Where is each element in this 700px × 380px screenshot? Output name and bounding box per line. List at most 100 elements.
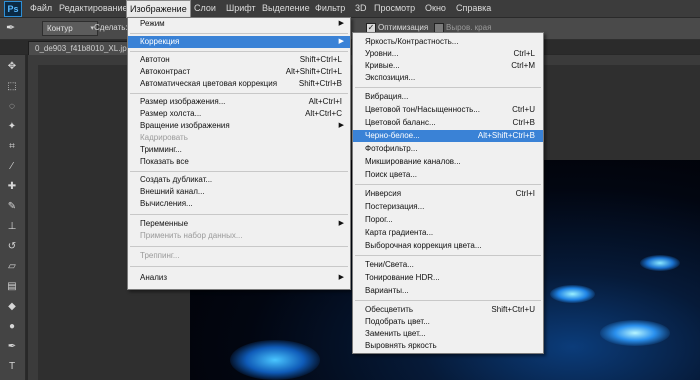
menu-item-label: Вычисления...: [140, 199, 193, 208]
menu-item-trap[interactable]: Треппинг...: [128, 250, 350, 262]
menu-item-match-color[interactable]: Подобрать цвет...: [353, 316, 543, 328]
menu-item-label: Переменные: [140, 219, 189, 228]
magic-wand-icon[interactable]: ✦: [4, 119, 20, 135]
menu-item-shortcut: Ctrl+B: [512, 118, 535, 127]
menu-separator: [130, 93, 348, 94]
menu-item-desaturate[interactable]: Обесцветить Shift+Ctrl+U: [353, 304, 543, 316]
menu-item-label: Поиск цвета...: [365, 170, 418, 179]
menu-file[interactable]: Файл: [30, 0, 52, 17]
menu-window[interactable]: Окно: [425, 0, 446, 17]
menu-item-image-rotation[interactable]: Вращение изображения ▶: [128, 120, 350, 132]
ruler-vertical: [28, 65, 38, 380]
menu-item-reveal-all[interactable]: Показать все: [128, 156, 350, 168]
menu-item-canvas-size[interactable]: Размер холста... Alt+Ctrl+C: [128, 108, 350, 120]
eraser-icon[interactable]: ▱: [4, 259, 20, 275]
menu-item-threshold[interactable]: Порог...: [353, 214, 543, 226]
pen-tool-icon[interactable]: ✒: [4, 339, 20, 355]
menu-item-variations[interactable]: Варианты...: [353, 285, 543, 297]
menu-item-channel-mixer[interactable]: Микширование каналов...: [353, 156, 543, 168]
menu-help[interactable]: Справка: [456, 0, 491, 17]
menu-separator: [355, 255, 541, 256]
move-tool-icon[interactable]: ✥: [4, 59, 20, 75]
healing-brush-icon[interactable]: ✚: [4, 179, 20, 195]
menu-layers[interactable]: Слои: [194, 0, 216, 17]
menu-item-mode[interactable]: Режим ▶: [128, 18, 350, 30]
menu-item-gradient-map[interactable]: Карта градиента...: [353, 227, 543, 239]
menu-item-label: Черно-белое...: [365, 131, 420, 140]
menu-item-vibrance[interactable]: Вибрация...: [353, 91, 543, 103]
menu-item-label: Обесцветить: [365, 305, 414, 314]
menu-item-photo-filter[interactable]: Фотофильтр...: [353, 143, 543, 155]
menu-item-selective-color[interactable]: Выборочная коррекция цвета...: [353, 240, 543, 252]
menu-item-label: Автотон: [140, 55, 170, 64]
crop-tool-icon[interactable]: ⌗: [4, 139, 20, 155]
menu-item-auto-contrast[interactable]: Автоконтраст Alt+Shift+Ctrl+L: [128, 66, 350, 78]
menu-3d[interactable]: 3D: [355, 0, 367, 17]
menu-item-image-size[interactable]: Размер изображения... Alt+Ctrl+I: [128, 96, 350, 108]
menu-item-black-white[interactable]: Черно-белое... Alt+Shift+Ctrl+B: [353, 130, 543, 142]
menu-item-label: Выровнять яркость: [365, 341, 437, 350]
menu-item-replace-color[interactable]: Заменить цвет...: [353, 328, 543, 340]
menu-separator: [355, 184, 541, 185]
document-tab[interactable]: 0_de903_f41b8010_XL.jpg: [28, 41, 139, 55]
clone-stamp-icon[interactable]: ⊥: [4, 219, 20, 235]
menu-item-apply-image[interactable]: Внешний канал...: [128, 186, 350, 198]
type-tool-icon[interactable]: T: [4, 359, 20, 375]
brush-tool-icon[interactable]: ✎: [4, 199, 20, 215]
marquee-tool-icon[interactable]: ⬚: [4, 79, 20, 95]
menu-item-hdr-toning[interactable]: Тонирование HDR...: [353, 272, 543, 284]
lasso-tool-icon[interactable]: ◌: [4, 99, 20, 115]
menu-edit[interactable]: Редактирование: [59, 0, 128, 17]
menu-select[interactable]: Выделение: [262, 0, 310, 17]
blur-tool-icon[interactable]: ◆: [4, 299, 20, 315]
menu-item-curves[interactable]: Кривые... Ctrl+M: [353, 60, 543, 72]
menu-item-shortcut: Alt+Ctrl+C: [305, 109, 342, 118]
menu-item-analysis[interactable]: Анализ ▶: [128, 272, 350, 284]
eyedropper-icon[interactable]: ⁄: [4, 159, 20, 175]
mode-dropdown[interactable]: Контур ▾: [42, 21, 98, 36]
menu-item-calculations[interactable]: Вычисления...: [128, 198, 350, 210]
menu-item-label: Порог...: [365, 215, 393, 224]
menu-item-color-balance[interactable]: Цветовой баланс... Ctrl+B: [353, 117, 543, 129]
menu-item-hue-saturation[interactable]: Цветовой тон/Насыщенность... Ctrl+U: [353, 104, 543, 116]
make-label: Сделать:: [94, 23, 128, 32]
menu-item-duplicate[interactable]: Создать дубликат...: [128, 174, 350, 186]
menu-item-label: Постеризация...: [365, 202, 425, 211]
menu-view[interactable]: Просмотр: [374, 0, 415, 17]
menu-item-label: Тонирование HDR...: [365, 273, 440, 282]
menu-item-label: Кривые...: [365, 61, 400, 70]
menu-item-label: Фотофильтр...: [365, 144, 418, 153]
menu-item-shadows-highlights[interactable]: Тени/Света...: [353, 259, 543, 271]
menu-item-color-lookup[interactable]: Поиск цвета...: [353, 169, 543, 181]
menu-item-levels[interactable]: Уровни... Ctrl+L: [353, 48, 543, 60]
menu-item-label: Уровни...: [365, 49, 399, 58]
menu-separator: [130, 214, 348, 215]
menu-item-label: Тримминг...: [140, 145, 182, 154]
menu-item-correction[interactable]: Коррекция ▶: [128, 36, 350, 48]
menu-item-invert[interactable]: Инверсия Ctrl+I: [353, 188, 543, 200]
menu-item-variables[interactable]: Переменные ▶: [128, 218, 350, 230]
menu-item-auto-color[interactable]: Автоматическая цветовая коррекция Shift+…: [128, 78, 350, 90]
menu-type[interactable]: Шрифт: [226, 0, 256, 17]
menu-item-equalize[interactable]: Выровнять яркость: [353, 340, 543, 352]
photoshop-logo: Ps: [4, 1, 22, 17]
pen-tool-icon[interactable]: ✒: [6, 21, 20, 35]
menu-item-label: Внешний канал...: [140, 187, 205, 196]
menu-item-crop[interactable]: Кадрировать: [128, 132, 350, 144]
menu-image[interactable]: Изображение: [126, 0, 191, 18]
image-glow: [550, 285, 595, 303]
history-brush-icon[interactable]: ↺: [4, 239, 20, 255]
menu-item-trim[interactable]: Тримминг...: [128, 144, 350, 156]
menu-item-posterize[interactable]: Постеризация...: [353, 201, 543, 213]
menu-item-apply-data-set[interactable]: Применить набор данных...: [128, 230, 350, 242]
menu-item-label: Автоматическая цветовая коррекция: [140, 79, 278, 88]
gradient-tool-icon[interactable]: ▤: [4, 279, 20, 295]
menu-item-label: Анализ: [140, 273, 168, 282]
menu-item-brightness-contrast[interactable]: Яркость/Контрастность...: [353, 36, 543, 48]
menu-filter[interactable]: Фильтр: [315, 0, 345, 17]
menu-item-shortcut: Shift+Ctrl+B: [298, 79, 342, 88]
menu-item-auto-tone[interactable]: Автотон Shift+Ctrl+L: [128, 54, 350, 66]
dodge-tool-icon[interactable]: ●: [4, 319, 20, 335]
menu-item-exposure[interactable]: Экспозиция...: [353, 72, 543, 84]
menu-item-label: Цветовой баланс...: [365, 118, 436, 127]
